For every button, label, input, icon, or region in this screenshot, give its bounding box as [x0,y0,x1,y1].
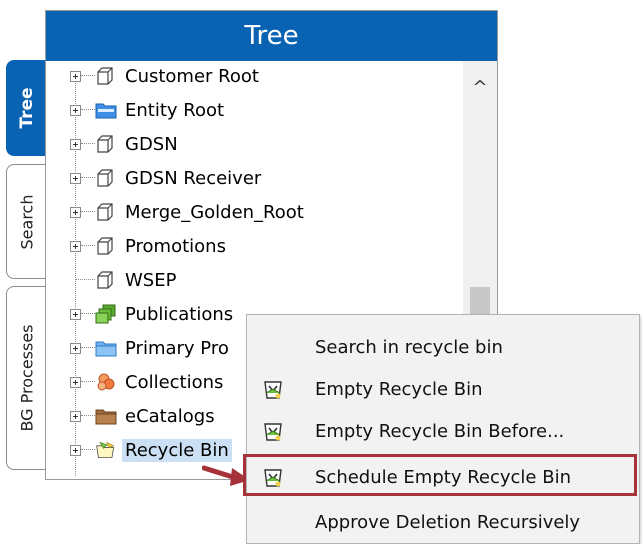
tree-item-promotions[interactable]: Promotions [70,231,229,261]
tree-item-gdsn[interactable]: GDSN [70,129,181,159]
folder-outline-icon [95,236,117,256]
tree-item-label: Customer Root [125,65,259,87]
pointer-arrow-icon [202,465,250,486]
expand-icon[interactable] [70,70,81,82]
folder-outline-icon [95,134,117,154]
expand-icon[interactable] [70,410,81,422]
tab-search[interactable]: Search [6,164,46,279]
tree-item-primary-products[interactable]: Primary Pro [70,333,232,363]
menu-item-search-recycle-bin[interactable]: Search in recycle bin [247,328,639,366]
tree-item-label: Entity Root [125,99,225,121]
tree-item-label: Collections [125,371,224,393]
menu-item-label: Empty Recycle Bin Before... [315,420,565,442]
menu-item-empty-recycle-bin-before[interactable]: Empty Recycle Bin Before... [247,412,639,450]
tab-bg-processes-label: BG Processes [17,324,36,432]
recycle-bin-icon [95,440,117,460]
tree-item-collections[interactable]: Collections [70,367,226,397]
tree-item-label: GDSN Receiver [125,167,262,189]
entity-folder-icon [95,100,117,120]
expand-icon[interactable] [70,444,81,456]
empty-bin-icon [261,465,285,489]
tab-search-label: Search [17,194,36,249]
folder-outline-icon [95,66,117,86]
tree-item-label: eCatalogs [125,405,215,427]
tree-item-ecatalogs[interactable]: eCatalogs [70,401,218,431]
expand-icon[interactable] [70,138,81,150]
folder-outline-icon [95,202,117,222]
expand-icon[interactable] [70,240,81,252]
empty-bin-icon [261,419,285,443]
tree-item-publications[interactable]: Publications [70,299,236,329]
folder-outline-icon [95,168,117,188]
tree-item-label: GDSN [125,133,178,155]
tree-item-label: Primary Pro [125,337,229,359]
tab-bg-processes[interactable]: BG Processes [6,286,46,470]
expand-icon[interactable] [70,308,81,320]
publications-icon [95,304,117,324]
menu-item-label: Approve Deletion Recursively [315,511,581,533]
tab-tree[interactable]: Tree [6,60,46,156]
context-menu: Search in recycle bin Empty Recycle Bin … [246,314,640,544]
tree-item-gdsn-receiver[interactable]: GDSN Receiver [70,163,264,193]
menu-item-approve-deletion-recursively[interactable]: Approve Deletion Recursively [247,503,639,541]
tree-item-label: Recycle Bin [122,438,232,462]
expand-icon[interactable] [70,206,81,218]
tree-item-label: WSEP [125,269,177,291]
tree-item-merge-golden-root[interactable]: Merge_Golden_Root [70,197,307,227]
tree-item-wsep[interactable]: WSEP [76,265,179,295]
collections-icon [95,372,117,392]
menu-item-label: Empty Recycle Bin [315,378,483,400]
expand-icon[interactable] [70,104,81,116]
empty-bin-icon [261,377,285,401]
panel-title: Tree [46,11,497,61]
blue-folder-icon [95,338,117,358]
menu-item-empty-recycle-bin[interactable]: Empty Recycle Bin [247,370,639,408]
menu-item-schedule-empty-recycle-bin[interactable]: Schedule Empty Recycle Bin [247,458,639,496]
expand-icon[interactable] [70,342,81,354]
expand-icon[interactable] [70,172,81,184]
tree-item-label: Merge_Golden_Root [125,201,304,223]
tree-item-label: Publications [125,303,234,325]
tree-item-recycle-bin[interactable]: Recycle Bin [70,435,232,465]
scroll-up-arrow-icon[interactable]: ^ [463,71,497,105]
tree-item-label: Promotions [125,235,226,257]
menu-item-label: Schedule Empty Recycle Bin [315,466,571,488]
folder-outline-icon [95,270,117,290]
menu-item-label: Search in recycle bin [315,336,503,358]
expand-icon[interactable] [70,376,81,388]
tab-tree-label: Tree [16,87,37,129]
tree-item-customer-root[interactable]: Customer Root [70,61,262,91]
tree-item-entity-root[interactable]: Entity Root [70,95,227,125]
catalog-folder-icon [95,406,117,426]
